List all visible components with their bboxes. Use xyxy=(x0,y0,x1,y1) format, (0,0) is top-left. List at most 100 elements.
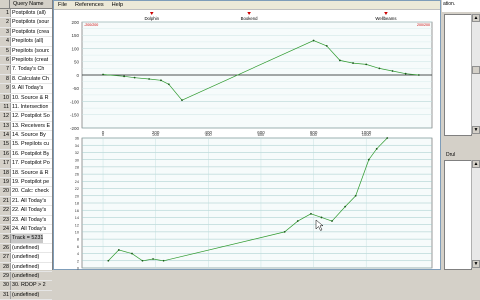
query-row[interactable]: 23 23. All Today's xyxy=(0,215,52,225)
query-row-name: 17. Postpilot Po xyxy=(12,160,50,167)
lower-y-tick-label: 22 xyxy=(75,187,79,191)
query-row[interactable]: 1 Postpilots (all) xyxy=(0,9,52,19)
scroll-thumb[interactable] xyxy=(472,66,480,74)
query-row[interactable]: 3 Postpilots (crea xyxy=(0,27,52,38)
upper-y-tick-label: -200 xyxy=(70,126,80,131)
query-row[interactable]: 2 Postpilots (sour xyxy=(0,18,52,28)
right-list-top[interactable] xyxy=(444,14,472,136)
lower-y-tick-label: 20 xyxy=(75,194,79,198)
query-row[interactable]: 29 (undefined) xyxy=(0,271,52,282)
upper-data-point xyxy=(378,67,381,70)
query-row-name: Prepilots (sourc xyxy=(12,47,50,54)
query-row[interactable]: 4 Prepilots (all) xyxy=(0,37,52,47)
query-row-number: 24 xyxy=(0,224,11,234)
lower-x-tick-label: 0 xyxy=(102,132,105,137)
lower-x-tick-label: 800 xyxy=(310,132,317,137)
upper-data-point xyxy=(167,83,170,86)
lower-y-tick-label: 10 xyxy=(75,230,79,234)
scroll-down-icon-2[interactable]: ▼ xyxy=(472,260,480,268)
query-row[interactable]: 5 Prepilots (sourc xyxy=(0,46,52,56)
query-row[interactable]: 10 10. Source & R xyxy=(0,93,52,103)
upper-data-point xyxy=(148,78,151,80)
query-row-name: 11. Intersection xyxy=(12,103,49,110)
menu-help[interactable]: Help xyxy=(108,1,128,9)
query-row-name: 22. All Today's xyxy=(12,207,47,214)
query-row[interactable]: 30 30. RDOP > 2 xyxy=(0,281,52,291)
upper-data-point xyxy=(102,73,104,76)
query-row[interactable]: 6 Prepilots (creat xyxy=(0,55,52,66)
upper-marker-icon xyxy=(247,12,251,15)
query-row[interactable]: 9 9. All Today's xyxy=(0,84,52,94)
scroll-up-icon[interactable]: ▲ xyxy=(472,14,480,22)
right-scrollbar-bottom[interactable]: ▲ ▼ xyxy=(471,160,480,268)
query-row[interactable]: 31 (undefined) xyxy=(0,290,52,300)
query-row[interactable]: 26 (undefined) xyxy=(0,243,52,254)
lower-y-tick-label: 28 xyxy=(75,165,79,169)
query-row[interactable]: 12 12. Postpilot So xyxy=(0,112,52,122)
right-scrollbar-top[interactable]: ▲ ▼ xyxy=(471,14,480,134)
query-row-number: 6 xyxy=(0,55,11,65)
chart-window: File References Help 200 150 100 50 0 -50 -100… xyxy=(53,0,441,270)
query-row[interactable]: 20 20. Calc: check xyxy=(0,187,52,197)
query-row[interactable]: 17 17. Postpilot Po xyxy=(0,159,52,169)
lower-data-point xyxy=(367,158,370,161)
query-row[interactable]: 21 21. All Today's xyxy=(0,196,52,207)
lower-data-point xyxy=(354,194,357,197)
query-row-number: 10 xyxy=(0,93,11,102)
query-row-number: 12 xyxy=(0,112,11,121)
upper-data-point xyxy=(338,59,341,62)
query-row[interactable]: 11 11. Intersection xyxy=(0,102,52,113)
query-row-name: 23. All Today's xyxy=(12,216,47,223)
right-list-bottom[interactable] xyxy=(444,160,472,270)
right-panel: ation. ▲ ▼ Drul ▲ ▼ xyxy=(442,0,480,270)
scroll-up-icon-2[interactable]: ▲ xyxy=(472,160,480,168)
lower-data-point xyxy=(331,220,333,222)
query-row[interactable]: 24 24. All Today's xyxy=(0,224,52,235)
query-row-name: 30. RDOP > 2 xyxy=(12,282,46,289)
upper-y-tick-label: 0 xyxy=(76,73,79,78)
lower-data-point xyxy=(162,259,165,262)
query-row[interactable]: 19 19. Postpilot pe xyxy=(0,178,52,188)
menu-file[interactable]: File xyxy=(54,1,71,9)
query-row-name: Track = 5231 xyxy=(11,234,44,243)
query-row-number: 1 xyxy=(0,9,11,18)
lower-x-tick-label: 1000 xyxy=(362,132,372,137)
query-row-name: 14. Source By xyxy=(12,132,46,139)
query-row-name: 19. Postpilot pe xyxy=(12,179,50,186)
query-row[interactable]: 18 18. Source & R xyxy=(0,168,52,179)
query-row[interactable]: 25 Track = 5231 xyxy=(0,234,52,244)
menu-references[interactable]: References xyxy=(71,1,108,9)
query-row-number: 22 xyxy=(0,206,11,215)
query-row-name: Postpilots (sour xyxy=(12,19,50,26)
upper-y-tick-label: 150 xyxy=(71,33,79,38)
plot-area[interactable]: 200150100500-50-100-150-2000 200 400 600 800… xyxy=(54,10,440,270)
upper-marker-label: Dolphin xyxy=(144,16,159,21)
query-row-number: 4 xyxy=(0,37,11,46)
upper-y-tick-label: 200 xyxy=(71,20,79,25)
query-row-name: 20. Calc: check xyxy=(12,188,49,195)
query-row-number: 11 xyxy=(0,102,11,112)
query-list[interactable]: Query Name 1 Postpilots (all) 2 Postpilots … xyxy=(0,0,53,300)
query-row-number: 17 xyxy=(0,159,11,168)
query-row[interactable]: 13 13. Receivers E xyxy=(0,121,52,132)
query-name-header: Query Name xyxy=(13,1,44,7)
upper-left-tag: -200/200 xyxy=(84,23,98,27)
query-row-name: 8. Calculate Ch xyxy=(12,75,49,82)
upper-data-point xyxy=(312,39,315,42)
query-row[interactable]: 14 14. Source By xyxy=(0,131,52,141)
query-row[interactable]: 7 7. Today's Ch xyxy=(0,65,52,75)
query-row[interactable]: 16 16. Postpilot By xyxy=(0,149,52,160)
query-row[interactable]: 22 22. All Today's xyxy=(0,206,52,216)
scroll-down-icon[interactable]: ▼ xyxy=(472,126,480,134)
query-row[interactable]: 15 15. Prepilots cu xyxy=(0,140,52,150)
query-row-number: 8 xyxy=(0,74,11,84)
query-row[interactable]: 27 (undefined) xyxy=(0,253,52,263)
lower-data-point xyxy=(375,147,378,150)
lower-y-tick-label: 0 xyxy=(77,267,79,270)
lower-y-tick-label: 8 xyxy=(77,238,79,242)
query-row-number: 29 xyxy=(0,271,11,281)
query-row[interactable]: 8 8. Calculate Ch xyxy=(0,74,52,85)
lower-y-tick-label: 18 xyxy=(75,202,79,206)
query-row[interactable]: 28 (undefined) xyxy=(0,262,52,272)
upper-marker-icon xyxy=(149,12,154,15)
